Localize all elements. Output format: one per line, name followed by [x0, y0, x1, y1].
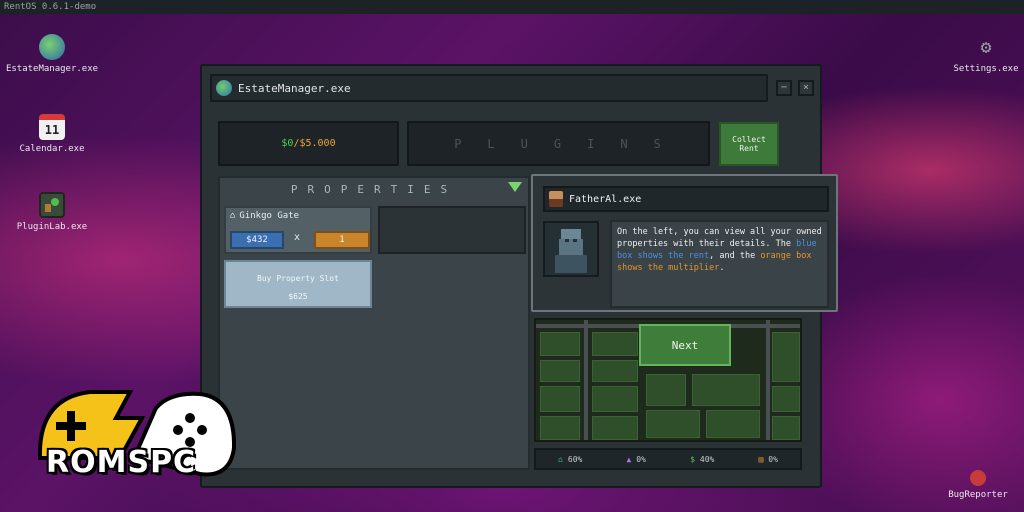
next-button[interactable]: Next [639, 324, 731, 366]
dialog-text: On the left, you can view all your owned… [610, 220, 829, 308]
globe-icon [39, 34, 65, 60]
romspc-logo: ROMSPC [30, 378, 240, 490]
speaker-avatar-icon [549, 191, 563, 207]
desktop-icon-estatemanager[interactable]: EstateManager.exe [2, 34, 102, 74]
map-block [772, 332, 800, 382]
house-icon: ⌂ [230, 211, 236, 221]
stat-value: 0% [768, 454, 778, 464]
properties-header: PROPERTIES [220, 178, 528, 200]
tent-icon: ▲ [626, 454, 632, 464]
minimize-button[interactable]: − [776, 80, 792, 96]
desktop-icon-settings[interactable]: ⚙ Settings.exe [936, 34, 1024, 75]
map-block [540, 386, 580, 412]
map-block [646, 374, 686, 406]
desktop-icon-label: Settings.exe [953, 64, 1019, 74]
map-block [646, 410, 700, 438]
stat-tent: ▲ 0% [626, 455, 645, 464]
tutorial-dialog: FatherAl.exe On the left, you can view a… [531, 174, 838, 312]
window-titlebar[interactable]: EstateManager.exe [210, 74, 768, 102]
calendar-icon: 11 [39, 114, 65, 140]
map-block [592, 386, 638, 412]
os-title: RentOS 0.6.1-demo [4, 2, 97, 12]
map-block [692, 374, 760, 406]
gear-icon: ⚙ [980, 36, 992, 58]
map-block [772, 386, 800, 412]
stat-money: $ 40% [690, 455, 714, 464]
property-card[interactable]: ⌂ Ginkgo Gate $432 x 1 [224, 206, 372, 254]
desktop-icon-bugreporter[interactable]: BugReporter [928, 470, 1024, 500]
os-title-bar: RentOS 0.6.1-demo [0, 0, 1024, 14]
stat-value: 60% [567, 454, 583, 464]
desktop-icon-label: PluginLab.exe [16, 222, 88, 232]
speaker-portrait [543, 221, 599, 277]
empty-property-slot [378, 206, 526, 254]
map-block [540, 332, 580, 356]
dialog-header: FatherAl.exe [543, 186, 829, 212]
property-name: Ginkgo Gate [239, 211, 300, 221]
properties-title: PROPERTIES [290, 182, 458, 196]
desktop-icon-calendar[interactable]: 11 Calendar.exe [2, 114, 102, 154]
stat-value: 0% [636, 454, 646, 464]
window-title: EstateManager.exe [238, 81, 351, 95]
filter-icon[interactable] [508, 182, 522, 192]
map-road [766, 320, 770, 440]
map-block [592, 416, 638, 440]
rent-box: $432 [230, 231, 284, 249]
globe-icon [216, 80, 232, 96]
logo-text: ROMSPC [46, 445, 197, 480]
money-display: $0 / $5.000 [218, 121, 399, 166]
map-block [540, 360, 580, 382]
map-block [592, 360, 638, 382]
stat-bars: ▥ 0% [758, 455, 777, 464]
buy-slot-price: $625 [288, 292, 308, 301]
dialog-text-part: On the left, you can view all your owned… [617, 227, 822, 249]
money-goal: $5.000 [299, 138, 336, 149]
desktop-icon-label: EstateManager.exe [5, 64, 99, 74]
house-icon: ⌂ [558, 454, 563, 464]
stat-residential: ⌂ 60% [558, 455, 582, 464]
stats-bar: ⌂ 60% ▲ 0% $ 40% ▥ 0% [534, 448, 802, 470]
plugin-icon [39, 192, 65, 218]
calendar-day: 11 [44, 123, 60, 137]
dollar-icon: $ [690, 454, 695, 464]
dialog-text-part: . [719, 263, 725, 273]
map-block [706, 410, 760, 438]
bug-icon [970, 470, 986, 486]
buy-property-slot-button[interactable]: Buy Property Slot $625 [224, 260, 372, 308]
map-block [540, 416, 580, 440]
bars-icon: ▥ [758, 454, 764, 464]
dialog-text-part: , and the [709, 251, 761, 261]
desktop-icon-label: Calendar.exe [19, 144, 85, 154]
properties-panel: PROPERTIES ⌂ Ginkgo Gate $432 x 1 Buy Pr… [218, 176, 530, 470]
stat-value: 40% [699, 454, 715, 464]
collect-rent-button[interactable]: Collect Rent [719, 122, 779, 166]
plugins-panel[interactable]: PLUGINS [407, 121, 710, 166]
plugins-label: PLUGINS [454, 136, 687, 151]
map-road [584, 320, 588, 440]
property-name-row: ⌂ Ginkgo Gate [226, 208, 370, 221]
times-sign: x [294, 232, 301, 243]
speaker-name: FatherAl.exe [569, 193, 642, 205]
map-block [772, 416, 800, 440]
close-button[interactable]: × [798, 80, 814, 96]
multiplier-box: 1 [314, 231, 370, 249]
desktop-icon-pluginlab[interactable]: PluginLab.exe [2, 192, 102, 232]
money-current: $0 [281, 138, 294, 149]
desktop-icon-label: BugReporter [948, 490, 1008, 500]
buy-slot-label: Buy Property Slot [257, 274, 339, 283]
map-block [592, 332, 638, 356]
